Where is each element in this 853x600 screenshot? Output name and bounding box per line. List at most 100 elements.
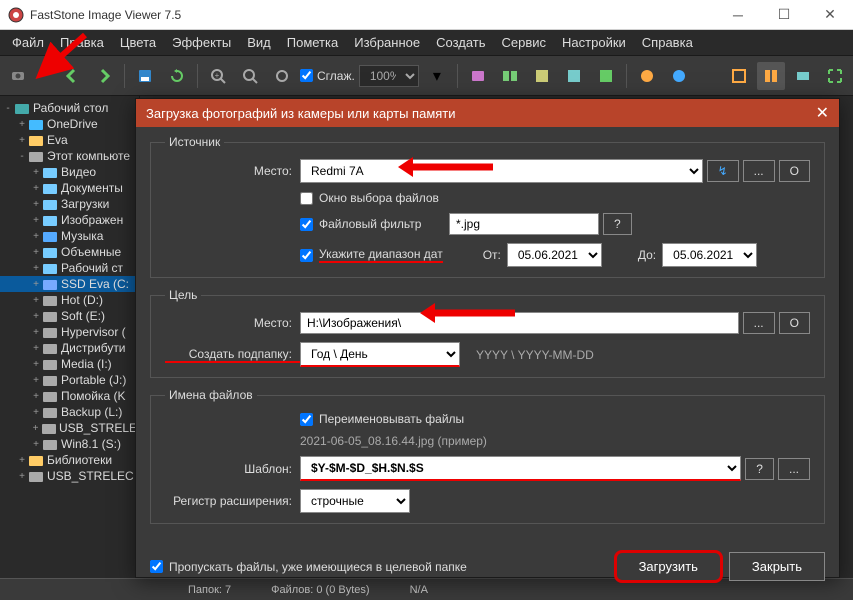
acquire-icon[interactable]: [4, 62, 32, 90]
tree-item[interactable]: +Дистрибути: [0, 340, 139, 356]
tree-item[interactable]: +Видео: [0, 164, 139, 180]
expand-icon[interactable]: +: [30, 343, 42, 354]
menu-Файл[interactable]: Файл: [4, 35, 52, 50]
reload-icon[interactable]: [163, 62, 191, 90]
source-o-button[interactable]: O: [779, 160, 810, 182]
tree-item[interactable]: +Рабочий ст: [0, 260, 139, 276]
expand-icon[interactable]: +: [30, 199, 42, 210]
tree-item[interactable]: +Объемные: [0, 244, 139, 260]
fullscreen-icon[interactable]: [821, 62, 849, 90]
close-window-button[interactable]: ✕: [807, 0, 853, 30]
tree-item[interactable]: +Win8.1 (S:): [0, 436, 139, 452]
tree-item[interactable]: +Помойка (K: [0, 388, 139, 404]
view2-icon[interactable]: [757, 62, 785, 90]
filter-input[interactable]: [449, 213, 599, 235]
expand-icon[interactable]: +: [30, 407, 42, 418]
menu-Избранное[interactable]: Избранное: [346, 35, 428, 50]
zoom-out-icon[interactable]: [236, 62, 264, 90]
tree-item[interactable]: +Backup (L:): [0, 404, 139, 420]
view1-icon[interactable]: [725, 62, 753, 90]
expand-icon[interactable]: +: [30, 295, 42, 306]
expand-icon[interactable]: +: [30, 311, 42, 322]
expand-icon[interactable]: +: [30, 167, 42, 178]
tree-item[interactable]: +Hot (D:): [0, 292, 139, 308]
subfolder-select[interactable]: Год \ День: [300, 342, 460, 367]
slideshow-icon[interactable]: [464, 62, 492, 90]
tree-item[interactable]: +Media (I:): [0, 356, 139, 372]
dest-o-button[interactable]: O: [779, 312, 810, 334]
menu-Вид[interactable]: Вид: [239, 35, 279, 50]
menu-Настройки[interactable]: Настройки: [554, 35, 634, 50]
template-select[interactable]: $Y-$M-$D_$H.$N.$S: [300, 456, 741, 481]
refresh-device-button[interactable]: ↯: [707, 160, 739, 182]
tree-item[interactable]: -Этот компьюте: [0, 148, 139, 164]
compare-icon[interactable]: [496, 62, 524, 90]
expand-icon[interactable]: +: [16, 135, 28, 146]
expand-icon[interactable]: +: [30, 391, 42, 402]
download-button[interactable]: Загрузить: [614, 550, 723, 583]
template-more-button[interactable]: ...: [778, 458, 810, 480]
tool4-icon[interactable]: [560, 62, 588, 90]
expand-icon[interactable]: +: [30, 231, 42, 242]
zoom-fit-icon[interactable]: [268, 62, 296, 90]
expand-icon[interactable]: +: [30, 263, 42, 274]
dropdown-icon[interactable]: ▾: [423, 62, 451, 90]
file-selection-checkbox[interactable]: [300, 192, 313, 205]
expand-icon[interactable]: +: [30, 279, 42, 290]
tree-item[interactable]: +SSD Eva (C:: [0, 276, 139, 292]
browse-dest-button[interactable]: ...: [743, 312, 775, 334]
tree-item[interactable]: +USB_STRELE: [0, 420, 139, 436]
expand-icon[interactable]: +: [30, 183, 42, 194]
menu-Эффекты[interactable]: Эффекты: [164, 35, 239, 50]
forward-icon[interactable]: [90, 62, 118, 90]
menu-Создать[interactable]: Создать: [428, 35, 493, 50]
date-to-select[interactable]: 05.06.2021: [662, 243, 757, 267]
tree-item[interactable]: +Музыка: [0, 228, 139, 244]
expand-icon[interactable]: +: [30, 327, 42, 338]
expand-icon[interactable]: -: [2, 103, 14, 114]
device-select[interactable]: Redmi 7A: [300, 159, 703, 183]
skip-existing-checkbox[interactable]: [150, 560, 163, 573]
expand-icon[interactable]: +: [16, 471, 28, 482]
tree-item[interactable]: +Изображен: [0, 212, 139, 228]
browse-source-button[interactable]: ...: [743, 160, 775, 182]
back-icon[interactable]: [58, 62, 86, 90]
tree-item[interactable]: +Portable (J:): [0, 372, 139, 388]
tree-item[interactable]: +Soft (E:): [0, 308, 139, 324]
zoom-select[interactable]: 100%: [359, 65, 419, 87]
tree-item[interactable]: +USB_STRELEC: [0, 468, 139, 484]
date-from-select[interactable]: 05.06.2021: [507, 243, 602, 267]
folder-tree[interactable]: -Рабочий стол+OneDrive+Eva-Этот компьюте…: [0, 96, 140, 600]
expand-icon[interactable]: +: [30, 375, 42, 386]
menu-Сервис[interactable]: Сервис: [494, 35, 555, 50]
menu-Справка[interactable]: Справка: [634, 35, 701, 50]
tree-item[interactable]: +Hypervisor (: [0, 324, 139, 340]
expand-icon[interactable]: +: [30, 423, 41, 434]
expand-icon[interactable]: +: [16, 455, 28, 466]
date-range-checkbox[interactable]: [300, 249, 313, 262]
filter-help-button[interactable]: ?: [603, 213, 632, 235]
menu-Цвета[interactable]: Цвета: [112, 35, 164, 50]
settings-icon[interactable]: [633, 62, 661, 90]
expand-icon[interactable]: +: [30, 439, 42, 450]
tree-item[interactable]: +Eva: [0, 132, 139, 148]
tree-item[interactable]: +Библиотеки: [0, 452, 139, 468]
dialog-close-icon[interactable]: ✕: [816, 103, 829, 123]
tool5-icon[interactable]: [592, 62, 620, 90]
minimize-button[interactable]: ─: [715, 0, 761, 30]
case-select[interactable]: строчные: [300, 489, 410, 513]
tool3-icon[interactable]: [528, 62, 556, 90]
maximize-button[interactable]: ☐: [761, 0, 807, 30]
menu-Правка[interactable]: Правка: [52, 35, 112, 50]
save-icon[interactable]: [131, 62, 159, 90]
expand-icon[interactable]: +: [30, 247, 42, 258]
view3-icon[interactable]: [789, 62, 817, 90]
zoom-in-icon[interactable]: +: [204, 62, 232, 90]
tree-item[interactable]: +Загрузки: [0, 196, 139, 212]
rename-checkbox[interactable]: [300, 413, 313, 426]
tree-item[interactable]: +Документы: [0, 180, 139, 196]
tree-item[interactable]: +OneDrive: [0, 116, 139, 132]
tree-item[interactable]: -Рабочий стол: [0, 100, 139, 116]
file-filter-checkbox[interactable]: [300, 218, 313, 231]
smooth-checkbox[interactable]: [300, 69, 313, 82]
